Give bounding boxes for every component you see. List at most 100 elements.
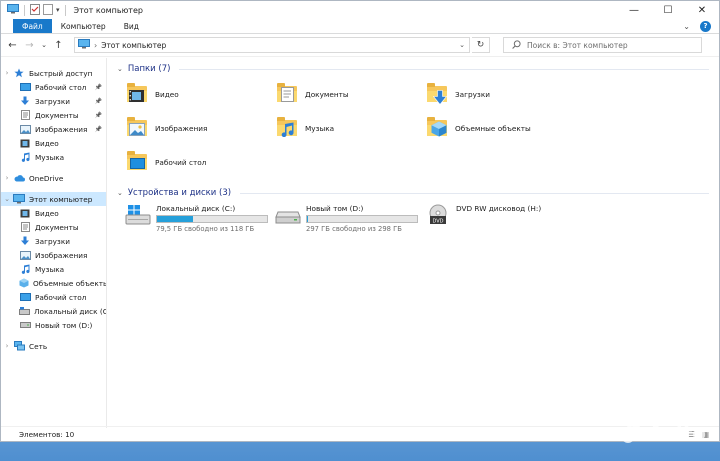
expand-chevron-icon[interactable]: › [1,342,13,350]
folder-label: Рабочий стол [155,157,207,167]
navigation-pane[interactable]: › Быстрый доступ Рабочий стол 📌 Загрузки 📌 Д… [1,58,107,428]
music-folder-icon [275,116,299,140]
drives-grid: Локальный диск (C:) 79,5 ГБ свободно из 1… [117,200,719,250]
forward-button[interactable]: → [22,37,37,53]
this-pc-icon [7,4,19,16]
drive-tile[interactable]: Новый том (D:) 297 ГБ свободно из 298 ГБ [275,204,418,233]
address-dropdown-icon[interactable]: ⌄ [455,41,469,49]
nav-item[interactable]: Загрузки 📌 [1,94,106,108]
nav-item[interactable]: Видео [1,136,106,150]
breadcrumb[interactable]: Этот компьютер [101,41,166,50]
nav-item-label: Локальный диск (C [34,306,106,316]
folder-tile[interactable]: Документы [275,82,349,106]
nav-item-label: Новый том (D:) [35,320,93,330]
properties-icon[interactable] [30,3,40,17]
drive-usage-bar [306,215,418,223]
pin-icon[interactable]: 📌 [95,112,102,119]
up-button[interactable]: ↑ [51,37,66,53]
folder-tile[interactable]: Загрузки [425,82,490,106]
dvd-drive-icon: DVD [425,204,451,228]
nav-item-label: Рабочий стол [35,82,87,92]
cloud-icon [13,173,25,183]
downloads-folder-icon [425,82,449,106]
folder-label: Объемные объекты [455,123,531,133]
nav-item[interactable]: Рабочий стол 📌 [1,80,106,94]
nav-item[interactable]: Музыка [1,262,106,276]
nav-item[interactable]: Объемные объекты [1,276,106,290]
ribbon-tabs: Файл Компьютер Вид ⌄ ? [1,19,719,34]
this-pc-icon [78,39,90,51]
expand-chevron-icon[interactable]: › [1,69,13,77]
watermark-logo: Avito [622,421,706,445]
avito-logo-icon [622,422,644,444]
refresh-button[interactable]: ↻ [472,37,490,53]
network-icon [13,341,25,351]
nav-item-label: Видео [35,208,59,218]
nav-item[interactable]: Рабочий стол [1,290,106,304]
pin-icon[interactable]: 📌 [95,84,102,91]
folder-tile[interactable]: Видео [125,82,179,106]
desktop-icon [19,82,31,92]
drive-tile[interactable]: Локальный диск (C:) 79,5 ГБ свободно из 1… [125,204,268,233]
tab-view[interactable]: Вид [115,19,148,33]
minimize-button[interactable]: — [617,1,651,19]
breadcrumb-separator: › [94,40,98,50]
maximize-button[interactable]: ☐ [651,1,685,19]
videos-folder-icon [125,82,149,106]
drives-section-header[interactable]: ⌄ Устройства и диски (3) [117,186,719,200]
nav-item[interactable]: Музыка [1,150,106,164]
nav-this-pc[interactable]: ⌄ Этот компьютер [1,192,106,206]
folder-tile[interactable]: Объемные объекты [425,116,531,140]
desktop-icon [19,292,31,302]
nav-network[interactable]: › Сеть [1,339,106,353]
downloads-icon [19,96,31,106]
recent-locations-button[interactable]: ⌄ [39,37,49,53]
nav-item[interactable]: Документы 📌 [1,108,106,122]
pin-icon[interactable]: 📌 [95,98,102,105]
close-button[interactable]: ✕ [685,1,719,19]
svg-text:DVD: DVD [432,219,443,225]
folder-label: Документы [305,89,349,99]
nav-quick-access[interactable]: › Быстрый доступ [1,66,106,80]
3d-objects-folder-icon [425,116,449,140]
address-bar[interactable]: › Этот компьютер ⌄ [74,37,470,53]
folder-tile[interactable]: Изображения [125,116,207,140]
back-button[interactable]: ← [5,37,20,53]
drive-free-space: 79,5 ГБ свободно из 118 ГБ [156,225,255,233]
pin-icon[interactable]: 📌 [95,126,102,133]
this-pc-icon [13,194,25,204]
collapse-chevron-icon[interactable]: ⌄ [117,189,123,197]
collapse-chevron-icon[interactable]: ⌄ [1,195,13,203]
drive-usage-bar [156,215,268,223]
main-pane: ⌄ Папки (7) Видео Документы Загрузки Изобра… [107,58,719,428]
drive-label: Новый том (D:) [306,204,364,213]
status-bar: Элементов: 10 ☰ ▦ [1,426,719,441]
nav-item[interactable]: Изображения [1,248,106,262]
collapse-chevron-icon[interactable]: ⌄ [117,65,123,73]
ribbon-expand-icon[interactable]: ⌄ [683,22,690,31]
nav-item-label: Рабочий стол [35,292,87,302]
nav-item[interactable]: Изображения 📌 [1,122,106,136]
folders-section-header[interactable]: ⌄ Папки (7) [117,62,719,76]
tab-file[interactable]: Файл [13,19,52,33]
search-input[interactable]: Поиск в: Этот компьютер [503,37,702,53]
nav-item[interactable]: Видео [1,206,106,220]
documents-icon [19,110,31,120]
nav-item[interactable]: Документы [1,220,106,234]
folder-tile[interactable]: Музыка [275,116,334,140]
nav-item[interactable]: Локальный диск (C [1,304,106,318]
section-title: Папки (7) [127,64,171,74]
help-icon[interactable]: ? [700,20,711,32]
folder-tile[interactable]: Рабочий стол [125,150,206,174]
new-folder-icon[interactable] [43,3,53,17]
expand-chevron-icon[interactable]: › [1,174,13,182]
pictures-folder-icon [125,116,149,140]
customize-toolbar-icon[interactable]: ▾ [56,6,60,14]
nav-onedrive[interactable]: › OneDrive [1,171,106,185]
nav-item[interactable]: Загрузки [1,234,106,248]
nav-label: Быстрый доступ [29,68,93,78]
search-placeholder: Поиск в: Этот компьютер [527,40,628,50]
tab-computer[interactable]: Компьютер [52,19,115,33]
nav-item[interactable]: Новый том (D:) [1,318,106,332]
drive-tile[interactable]: DVD DVD RW дисковод (H:) [425,204,541,228]
